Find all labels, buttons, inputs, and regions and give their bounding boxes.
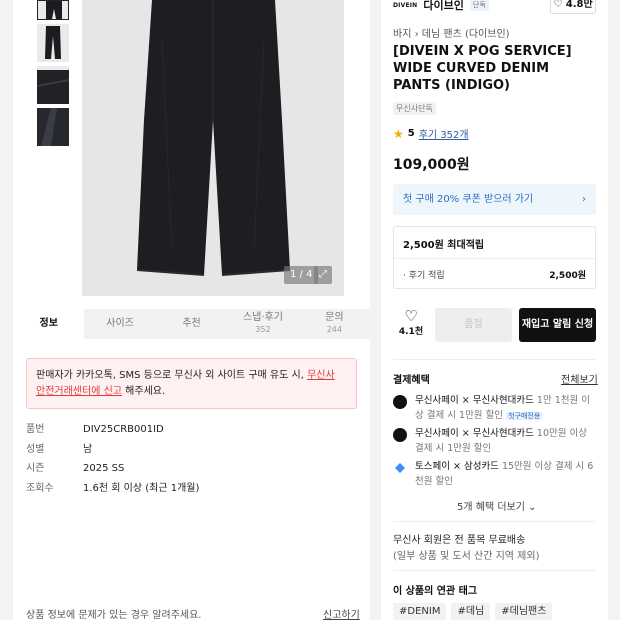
report-link[interactable]: 신고하기 bbox=[323, 606, 360, 620]
rating-row: ★ 5 후기 352개 bbox=[393, 126, 469, 142]
detail-tabs: 정보 사이즈 추천 스냅·후기 352 문의 244 bbox=[13, 309, 371, 339]
divider bbox=[394, 258, 595, 259]
spec-key: 성별 bbox=[26, 443, 45, 455]
like-count: 4.1천 bbox=[398, 327, 424, 337]
benefit-name: 무신사페이 × 무신사현대카드 bbox=[415, 395, 534, 406]
more-benefits-button[interactable]: 5개 혜택 더보기 ⌄ bbox=[457, 498, 537, 513]
coupon-banner[interactable]: 첫 구매 20% 쿠폰 받으러 가기 › bbox=[393, 184, 596, 215]
notice-text: 판매자가 카카오톡, SMS 등으로 무신사 외 사이트 구매 유도 시, bbox=[36, 370, 304, 381]
benefit-item: 무신사페이 × 무신사현대카드 10만원 이상 결제 시 1만원 할인 bbox=[393, 426, 598, 456]
tab-info[interactable]: 정보 bbox=[13, 309, 85, 339]
spec-row: 품번 DIV25CRB001ID bbox=[26, 420, 356, 440]
benefit-tag: 첫구매전용 bbox=[506, 412, 543, 420]
more-benefits-label: 5개 혜택 더보기 bbox=[457, 502, 525, 513]
spec-key: 조회수 bbox=[26, 482, 54, 494]
spec-row: 조회수 1.6천 회 이상 (최근 1개월) bbox=[26, 479, 356, 499]
tab-size[interactable]: 사이즈 bbox=[84, 309, 156, 339]
related-tags-title: 이 상품의 연관 태그 bbox=[393, 586, 478, 597]
product-page: 1 / 4 ⤢ 정보 사이즈 추천 스냅·후기 352 문의 244 판매자가 bbox=[0, 0, 620, 620]
shipping-info: 무신사 회원은 전 품목 무료배송 bbox=[393, 535, 526, 546]
rating-score: 5 bbox=[407, 128, 415, 139]
tab-recommend[interactable]: 추천 bbox=[155, 309, 228, 339]
fraud-notice: 판매자가 카카오톡, SMS 등으로 무신사 외 사이트 구매 유도 시, 무신… bbox=[26, 358, 357, 409]
product-title: [DIVEIN X POG SERVICE] WIDE CURVED DENIM… bbox=[393, 44, 572, 93]
soldout-button[interactable]: 품절 bbox=[435, 308, 512, 342]
purchase-panel: DIVEIN 다이브인 단독 ♡ 4.8만 바지 › 데님 팬츠 (다이브인) … bbox=[381, 0, 608, 620]
toss-icon bbox=[393, 461, 407, 475]
restock-alert-button[interactable]: 재입고 알림 신청 bbox=[519, 308, 596, 342]
tab-label: 추천 bbox=[182, 318, 201, 329]
thumbnail-1[interactable] bbox=[37, 0, 69, 20]
thumbnail-3[interactable] bbox=[37, 66, 69, 104]
brand-logo: DIVEIN bbox=[393, 1, 418, 9]
coupon-text: 첫 구매 20% 쿠폰 받으러 가기 bbox=[403, 194, 534, 205]
points-max: 2,500원 최대적립 bbox=[403, 240, 485, 251]
chevron-right-icon: › bbox=[414, 29, 422, 40]
tag-chip[interactable]: #DENIM bbox=[393, 603, 447, 620]
price: 109,000원 bbox=[393, 157, 470, 173]
chevron-right-icon: › bbox=[582, 194, 586, 205]
tab-count: 244 bbox=[326, 325, 342, 334]
tab-label: 문의 bbox=[325, 312, 344, 323]
report-prompt: 상품 정보에 문제가 있는 경우 알려주세요. bbox=[26, 610, 202, 620]
product-specs: 품번 DIV25CRB001ID 성별 남 시즌 2025 SS 조회수 1.6… bbox=[26, 420, 356, 498]
tab-count: 352 bbox=[255, 325, 271, 334]
benefit-item: 무신사페이 × 무신사현대카드 1만 1천원 이상 결제 시 1만원 할인 첫구… bbox=[393, 393, 598, 424]
thumbnail-4[interactable] bbox=[37, 108, 69, 146]
benefit-name: 토스페이 × 삼성카드 bbox=[415, 461, 499, 472]
expand-icon[interactable]: ⤢ bbox=[314, 266, 332, 284]
heart-icon: ♡ bbox=[553, 0, 563, 10]
benefit-name: 무신사페이 × 무신사현대카드 bbox=[415, 428, 534, 439]
points-box: 2,500원 최대적립 · 후기 적립 2,500원 bbox=[393, 226, 596, 289]
breadcrumb-subcategory[interactable]: 데님 팬츠 (다이브인) bbox=[422, 29, 510, 40]
star-icon: ★ bbox=[393, 126, 404, 141]
card-icon bbox=[393, 428, 407, 442]
divider bbox=[393, 359, 596, 360]
spec-value: 1.6천 회 이상 (최근 1개월) bbox=[83, 482, 200, 494]
spec-value: DIV25CRB001ID bbox=[83, 424, 164, 435]
thumbnail-2[interactable] bbox=[37, 24, 69, 62]
tab-reviews[interactable]: 스냅·후기 352 bbox=[227, 309, 299, 339]
shipping-exception: (일부 상품 및 도서 산간 지역 제외) bbox=[393, 551, 540, 562]
tab-label: 스냅·후기 bbox=[242, 312, 283, 323]
spec-row: 성별 남 bbox=[26, 440, 356, 460]
points-review-label: · 후기 적립 bbox=[403, 271, 445, 281]
divider bbox=[393, 570, 596, 571]
review-link[interactable]: 후기 352개 bbox=[419, 126, 469, 141]
points-review-value: 2,500원 bbox=[549, 271, 586, 281]
product-like-button[interactable]: ♡ 4.1천 bbox=[393, 308, 429, 342]
benefits-view-all[interactable]: 전체보기 bbox=[561, 371, 598, 386]
related-tags: #DENIM #데님 #데님팬츠 bbox=[393, 603, 553, 620]
breadcrumb: 바지 › 데님 팬츠 (다이브인) bbox=[393, 25, 510, 40]
brand-like-button[interactable]: ♡ 4.8만 bbox=[550, 0, 596, 14]
heart-icon: ♡ bbox=[404, 307, 418, 325]
card-icon bbox=[393, 395, 407, 409]
tab-inquiry[interactable]: 문의 244 bbox=[298, 309, 371, 339]
product-detail-panel: 1 / 4 ⤢ 정보 사이즈 추천 스냅·후기 352 문의 244 판매자가 bbox=[13, 0, 371, 620]
spec-value: 2025 SS bbox=[83, 463, 125, 474]
chevron-down-icon: ⌄ bbox=[528, 502, 537, 513]
spec-key: 품번 bbox=[26, 424, 45, 435]
brand-row[interactable]: DIVEIN 다이브인 단독 bbox=[393, 0, 489, 14]
tag-chip[interactable]: #데님팬츠 bbox=[495, 603, 553, 620]
exclusive-badge: 단독 bbox=[469, 0, 489, 11]
tab-label: 사이즈 bbox=[106, 318, 134, 329]
benefits-title: 결제혜택 bbox=[393, 375, 430, 386]
thumbnail-list bbox=[37, 0, 69, 150]
main-product-image[interactable]: 1 / 4 ⤢ bbox=[82, 0, 344, 296]
divider bbox=[393, 521, 596, 522]
brand-name: 다이브인 bbox=[423, 0, 464, 12]
tag-chip[interactable]: #데님 bbox=[451, 603, 491, 620]
spec-key: 시즌 bbox=[26, 463, 45, 474]
like-count: 4.8만 bbox=[565, 0, 593, 10]
benefit-item: 토스페이 × 삼성카드 15만원 이상 결제 시 6천원 할인 bbox=[393, 459, 598, 489]
tab-label: 정보 bbox=[39, 318, 58, 329]
spec-row: 시즌 2025 SS bbox=[26, 459, 356, 479]
breadcrumb-category[interactable]: 바지 bbox=[393, 29, 411, 40]
musinsa-exclusive-badge: 무신사단독 bbox=[393, 102, 436, 115]
notice-text-end: 해주세요. bbox=[121, 386, 166, 397]
spec-value: 남 bbox=[83, 443, 93, 455]
